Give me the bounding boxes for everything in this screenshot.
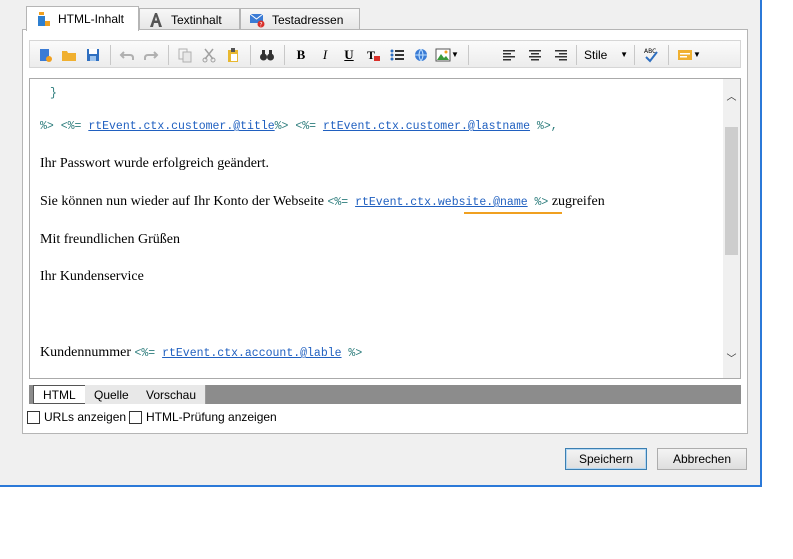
tab-label: Textinhalt bbox=[171, 12, 222, 27]
underline-button[interactable]: U bbox=[338, 44, 360, 65]
align-center-icon[interactable] bbox=[524, 44, 546, 65]
paragraph-signature: Ihr Kundenservice bbox=[40, 269, 144, 284]
customer-lastname-ref[interactable]: rtEvent.ctx.customer.@lastname bbox=[323, 120, 530, 133]
html-editor-area[interactable]: } %> <%= rtEvent.ctx.customer.@title%> <… bbox=[29, 78, 741, 379]
svg-text:T: T bbox=[367, 48, 375, 62]
italic-button[interactable]: I bbox=[314, 44, 336, 65]
chevron-down-icon: ▼ bbox=[693, 50, 701, 59]
html-content-icon bbox=[35, 11, 51, 27]
insert-link-icon[interactable] bbox=[410, 44, 432, 65]
show-html-check-checkbox[interactable] bbox=[129, 410, 142, 424]
save-disk-icon[interactable] bbox=[82, 44, 104, 65]
scroll-up-icon[interactable]: ︿ bbox=[723, 87, 740, 104]
show-urls-option[interactable]: URLs anzeigen bbox=[27, 410, 126, 424]
chevron-down-icon: ▼ bbox=[620, 50, 628, 59]
image-icon bbox=[435, 48, 451, 61]
website-name-ref[interactable]: rtEvent.ctx.website.@name bbox=[355, 196, 528, 209]
undo-icon[interactable] bbox=[116, 44, 138, 65]
align-left-icon[interactable] bbox=[498, 44, 520, 65]
cancel-button[interactable]: Abbrechen bbox=[657, 448, 747, 470]
insert-image-dropdown[interactable]: ▼ bbox=[432, 44, 462, 65]
chevron-down-icon: ▼ bbox=[451, 50, 459, 59]
bold-button[interactable]: B bbox=[290, 44, 312, 65]
svg-text:?: ? bbox=[259, 21, 262, 28]
template-brace: } bbox=[50, 87, 57, 100]
redo-icon[interactable] bbox=[140, 44, 162, 65]
show-html-check-label: HTML-Prüfung anzeigen bbox=[146, 410, 277, 424]
style-dropdown-label: Stile bbox=[584, 47, 608, 62]
paragraph-website-access: Sie können nun wieder auf Ihr Konto der … bbox=[40, 194, 605, 209]
bullet-list-icon[interactable] bbox=[386, 44, 408, 65]
tab-html-mode[interactable]: HTML bbox=[33, 385, 86, 404]
html-content-panel: B I U T ▼ Stile ▼ ABC ▼} %> <%= rtEvent… bbox=[22, 29, 748, 434]
new-document-icon[interactable] bbox=[34, 44, 56, 65]
cut-icon[interactable] bbox=[198, 44, 220, 65]
paragraph-password-changed: Ihr Passwort wurde erfolgreich geändert. bbox=[40, 156, 269, 171]
insert-field-dropdown[interactable]: ▼ bbox=[674, 44, 704, 65]
paste-icon[interactable] bbox=[222, 44, 244, 65]
account-label-ref[interactable]: rtEvent.ctx.account.@lable bbox=[162, 347, 341, 360]
show-urls-checkbox[interactable] bbox=[27, 410, 40, 424]
highlight-underline bbox=[464, 212, 562, 214]
customer-title-ref[interactable]: rtEvent.ctx.customer.@title bbox=[88, 120, 274, 133]
field-icon bbox=[678, 49, 693, 60]
open-folder-icon[interactable] bbox=[58, 44, 80, 65]
editor-window: HTML-Inhalt Textinhalt ? Testadressen B … bbox=[0, 0, 762, 487]
salutation-line: %> <%= rtEvent.ctx.customer.@title%> <%=… bbox=[40, 120, 558, 133]
editor-mode-tabs: HTML Quelle Vorschau bbox=[29, 385, 741, 404]
mail-test-icon: ? bbox=[249, 12, 265, 28]
find-binoculars-icon[interactable] bbox=[256, 44, 278, 65]
save-button[interactable]: Speichern bbox=[565, 448, 647, 470]
style-dropdown[interactable]: Stile ▼ bbox=[582, 44, 630, 65]
spell-check-icon[interactable]: ABC bbox=[640, 44, 662, 65]
tab-text-content[interactable]: Textinhalt bbox=[139, 8, 240, 30]
align-right-icon[interactable] bbox=[550, 44, 572, 65]
paragraph-greeting: Mit freundlichen Grüßen bbox=[40, 232, 180, 247]
tab-label: HTML-Inhalt bbox=[58, 12, 125, 26]
show-urls-label: URLs anzeigen bbox=[44, 410, 127, 424]
editor-toolbar: B I U T ▼ Stile ▼ ABC ▼ bbox=[29, 40, 741, 68]
tab-html-content[interactable]: HTML-Inhalt bbox=[26, 6, 139, 31]
tab-preview-mode[interactable]: Vorschau bbox=[137, 385, 207, 404]
text-a-icon bbox=[148, 12, 164, 28]
clear-format-icon[interactable]: T bbox=[362, 44, 384, 65]
tab-label: Testadressen bbox=[272, 12, 344, 27]
tab-test-addresses[interactable]: ? Testadressen bbox=[240, 8, 360, 30]
scroll-thumb[interactable] bbox=[725, 127, 738, 255]
show-html-check-option[interactable]: HTML-Prüfung anzeigen bbox=[129, 410, 277, 424]
paragraph-customer-number: Kundennummer <%= rtEvent.ctx.account.@la… bbox=[40, 345, 363, 360]
tab-source-mode[interactable]: Quelle bbox=[85, 385, 139, 404]
document-content[interactable]: } %> <%= rtEvent.ctx.customer.@title%> <… bbox=[40, 79, 720, 378]
scroll-down-icon[interactable]: ﹀ bbox=[723, 349, 740, 366]
copy-icon[interactable] bbox=[174, 44, 196, 65]
vertical-scrollbar[interactable]: ︿ ﹀ bbox=[723, 79, 740, 378]
